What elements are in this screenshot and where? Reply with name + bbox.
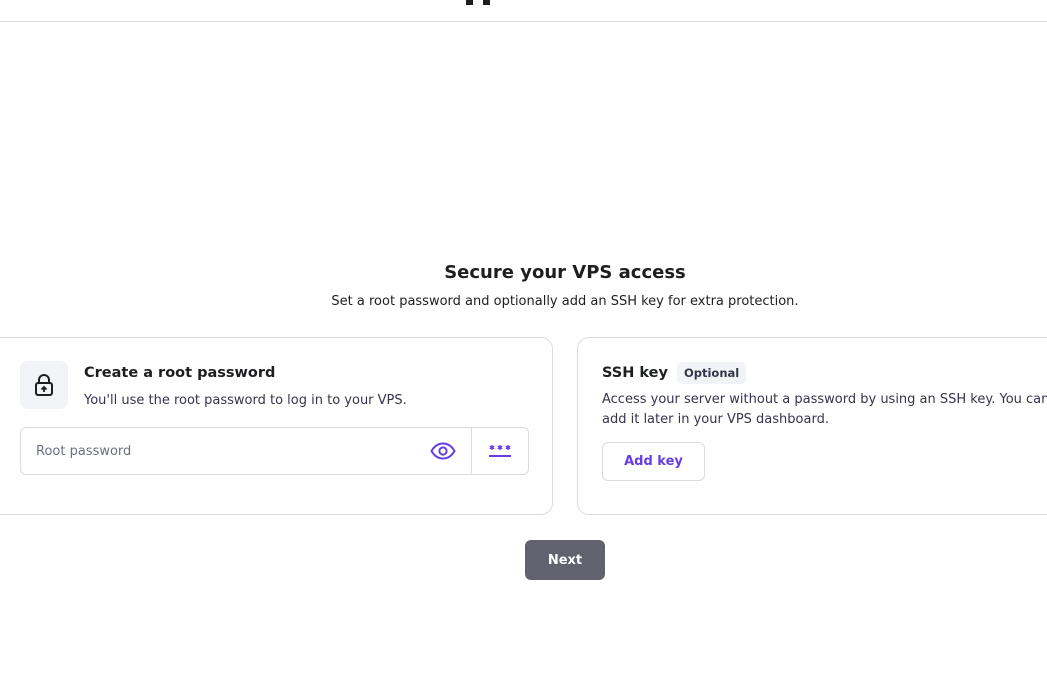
page-subtitle: Set a root password and optionally add a… — [331, 294, 799, 309]
next-button[interactable]: Next — [525, 540, 605, 580]
root-password-input[interactable] — [21, 428, 415, 474]
eye-icon — [430, 442, 456, 460]
root-password-description: You'll use the root password to log in t… — [84, 393, 407, 408]
lock-icon — [35, 374, 53, 396]
ssh-key-title: SSH key — [602, 365, 668, 381]
root-password-field — [20, 427, 529, 475]
optional-badge: Optional — [676, 362, 747, 384]
ssh-key-header: SSH key Optional — [602, 362, 747, 384]
root-password-card: Create a root password You'll use the ro… — [0, 337, 553, 515]
add-key-button[interactable]: Add key — [602, 442, 705, 481]
show-password-button[interactable] — [415, 428, 471, 474]
top-bar — [0, 0, 1047, 22]
generate-password-button[interactable] — [471, 428, 528, 474]
root-password-title: Create a root password — [84, 365, 276, 381]
ssh-key-description: Access your server without a password by… — [602, 392, 1047, 427]
lock-icon-container — [20, 361, 68, 409]
brand-logo-icon[interactable] — [463, 0, 493, 5]
page-title: Secure your VPS access — [444, 262, 686, 283]
generate-password-icon — [489, 445, 511, 457]
ssh-key-card: SSH key Optional Access your server with… — [577, 337, 1047, 515]
